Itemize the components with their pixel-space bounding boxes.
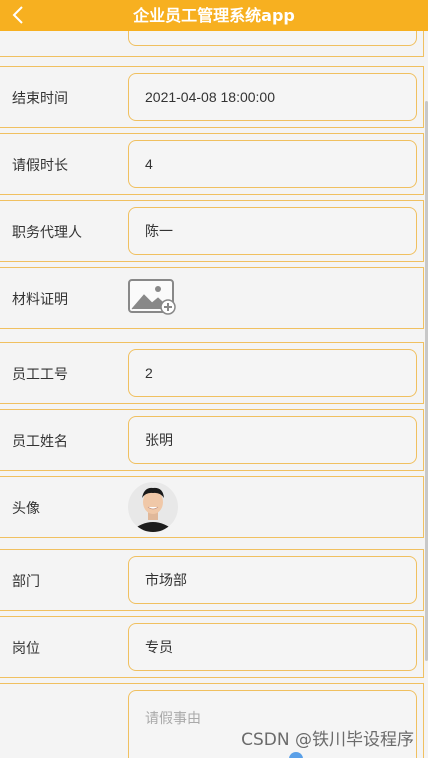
app-header: 企业员工管理系统app <box>0 0 428 31</box>
watermark-text: CSDN @铁川毕设程序 <box>241 730 414 750</box>
department-field[interactable]: 市场部 <box>128 556 417 604</box>
end-time-field[interactable]: 2021-04-08 18:00:00 <box>128 73 417 121</box>
position-field[interactable]: 专员 <box>128 623 417 671</box>
department-label: 部门 <box>12 574 40 590</box>
employee-id-label: 员工工号 <box>12 367 68 383</box>
form-row-position: 岗位 专员 <box>0 616 424 678</box>
form-row-end-time: 结束时间 2021-04-08 18:00:00 <box>0 66 424 128</box>
form-row-leave-duration: 请假时长 4 <box>0 133 424 195</box>
form-row-department: 部门 市场部 <box>0 549 424 611</box>
image-upload-icon[interactable] <box>128 279 176 315</box>
form-scroll-area[interactable]: 结束时间 2021-04-08 18:00:00 请假时长 4 职务代理人 陈一… <box>0 31 428 758</box>
deputy-label: 职务代理人 <box>12 225 82 241</box>
partial-field[interactable] <box>128 31 417 46</box>
position-label: 岗位 <box>12 641 40 657</box>
form-row-employee-name: 员工姓名 张明 <box>0 409 424 471</box>
employee-id-field[interactable]: 2 <box>128 349 417 397</box>
avatar[interactable] <box>128 482 178 532</box>
form-row-deputy: 职务代理人 陈一 <box>0 200 424 262</box>
deputy-field[interactable]: 陈一 <box>128 207 417 255</box>
leave-duration-field[interactable]: 4 <box>128 140 417 188</box>
material-proof-label: 材料证明 <box>12 292 68 308</box>
leave-duration-label: 请假时长 <box>12 158 68 174</box>
form-row-employee-id: 员工工号 2 <box>0 342 424 404</box>
employee-name-field[interactable]: 张明 <box>128 416 417 464</box>
end-time-label: 结束时间 <box>12 91 68 107</box>
employee-name-label: 员工姓名 <box>12 434 68 450</box>
avatar-label: 头像 <box>12 501 40 517</box>
form-row-partial <box>0 31 424 57</box>
page-title: 企业员工管理系统app <box>133 6 295 25</box>
form-row-avatar: 头像 <box>0 476 424 538</box>
form-row-material-proof: 材料证明 <box>0 267 424 329</box>
